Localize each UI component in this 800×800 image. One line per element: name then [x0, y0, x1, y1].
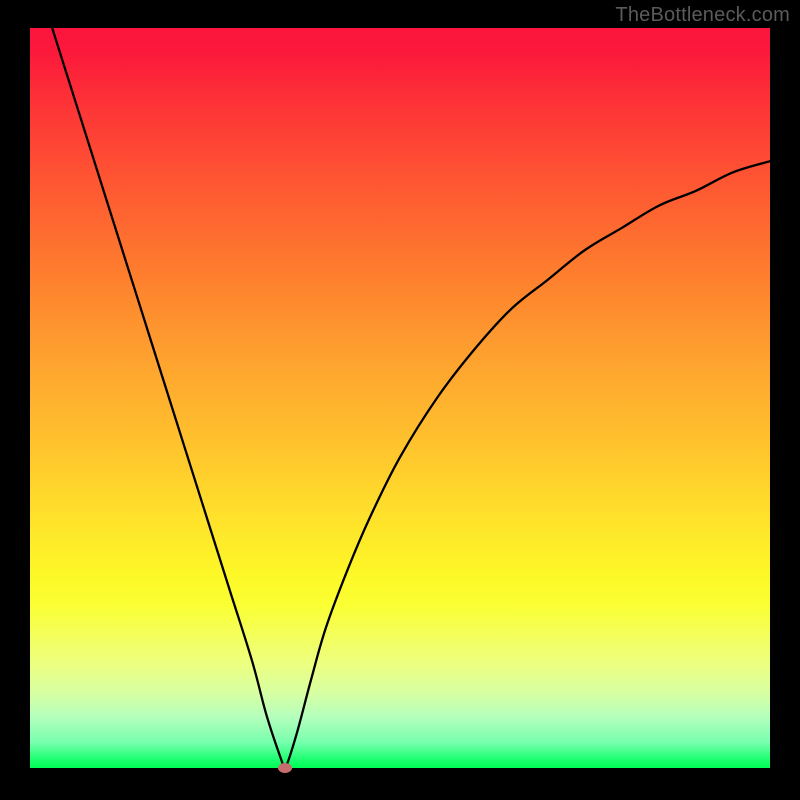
bottleneck-curve — [30, 28, 770, 768]
plot-area — [30, 28, 770, 768]
watermark-text: TheBottleneck.com — [615, 4, 790, 27]
minimum-marker — [278, 763, 292, 773]
